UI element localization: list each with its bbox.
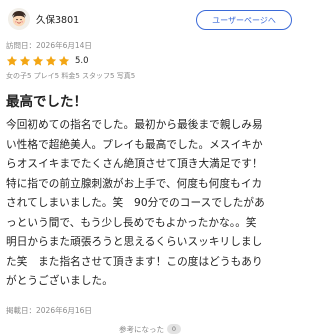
star-icon [19,55,31,67]
star-icon [58,55,70,67]
helpful-label: 参考になった [119,324,164,334]
review-body: 今回初めての指名でした。最初から最後まで親しみ易 い性格で超絶美人。プレイも最高… [6,116,296,292]
star-rating: 5.0 [6,55,89,67]
review-body-line: されてしまいました。笑 90分でのコースでしたがあ [6,197,265,209]
user-page-button[interactable]: ユーザーページへ [196,10,292,30]
user-page-button-label: ユーザーページへ [212,15,276,25]
review-body-line: 特に指での前立腺刺激がお上手で、何度も何度もイカ [6,177,263,190]
helpful-button[interactable]: 参考になった 0 [100,322,200,334]
star-icon [6,55,18,67]
rating-value: 5.0 [75,56,89,66]
star-icon [32,55,44,67]
sub-ratings: 女の子5 プレイ5 料金5 スタッフ5 写真5 [6,72,136,80]
review-title: 最高でした！ [6,94,87,110]
review-body-line: っという間で、もう少し長めでもよかったかな。。笑 [6,216,257,229]
review-body-line: い性格で超絶美人。プレイも最高でした。メスイキか [6,138,263,151]
posted-date: 掲載日：2026年6月16日 [6,306,92,315]
review-body-line: がとうございました。 [6,275,113,287]
star-icon [45,55,57,67]
review-body-line: た笑 また指名させて頂きます！この度はどうもあり [6,255,263,268]
visit-date: 訪問日：2026年6月14日 [6,41,92,50]
review-body-line: 明日からまた頑張ろうと思えるくらいスッキリしまし [6,236,263,248]
review-header: 久保3801 ユーザーページへ [0,0,300,36]
reviewer-name[interactable]: 久保3801 [36,12,79,26]
helpful-count-badge: 0 [167,324,181,334]
smiling-face-icon[interactable] [8,8,30,30]
review-body-line: らオスイキまでたくさん絶頂させて頂き大満足です！ [6,158,263,170]
review-body-line: 今回初めての指名でした。最初から最後まで親しみ易 [6,119,263,131]
